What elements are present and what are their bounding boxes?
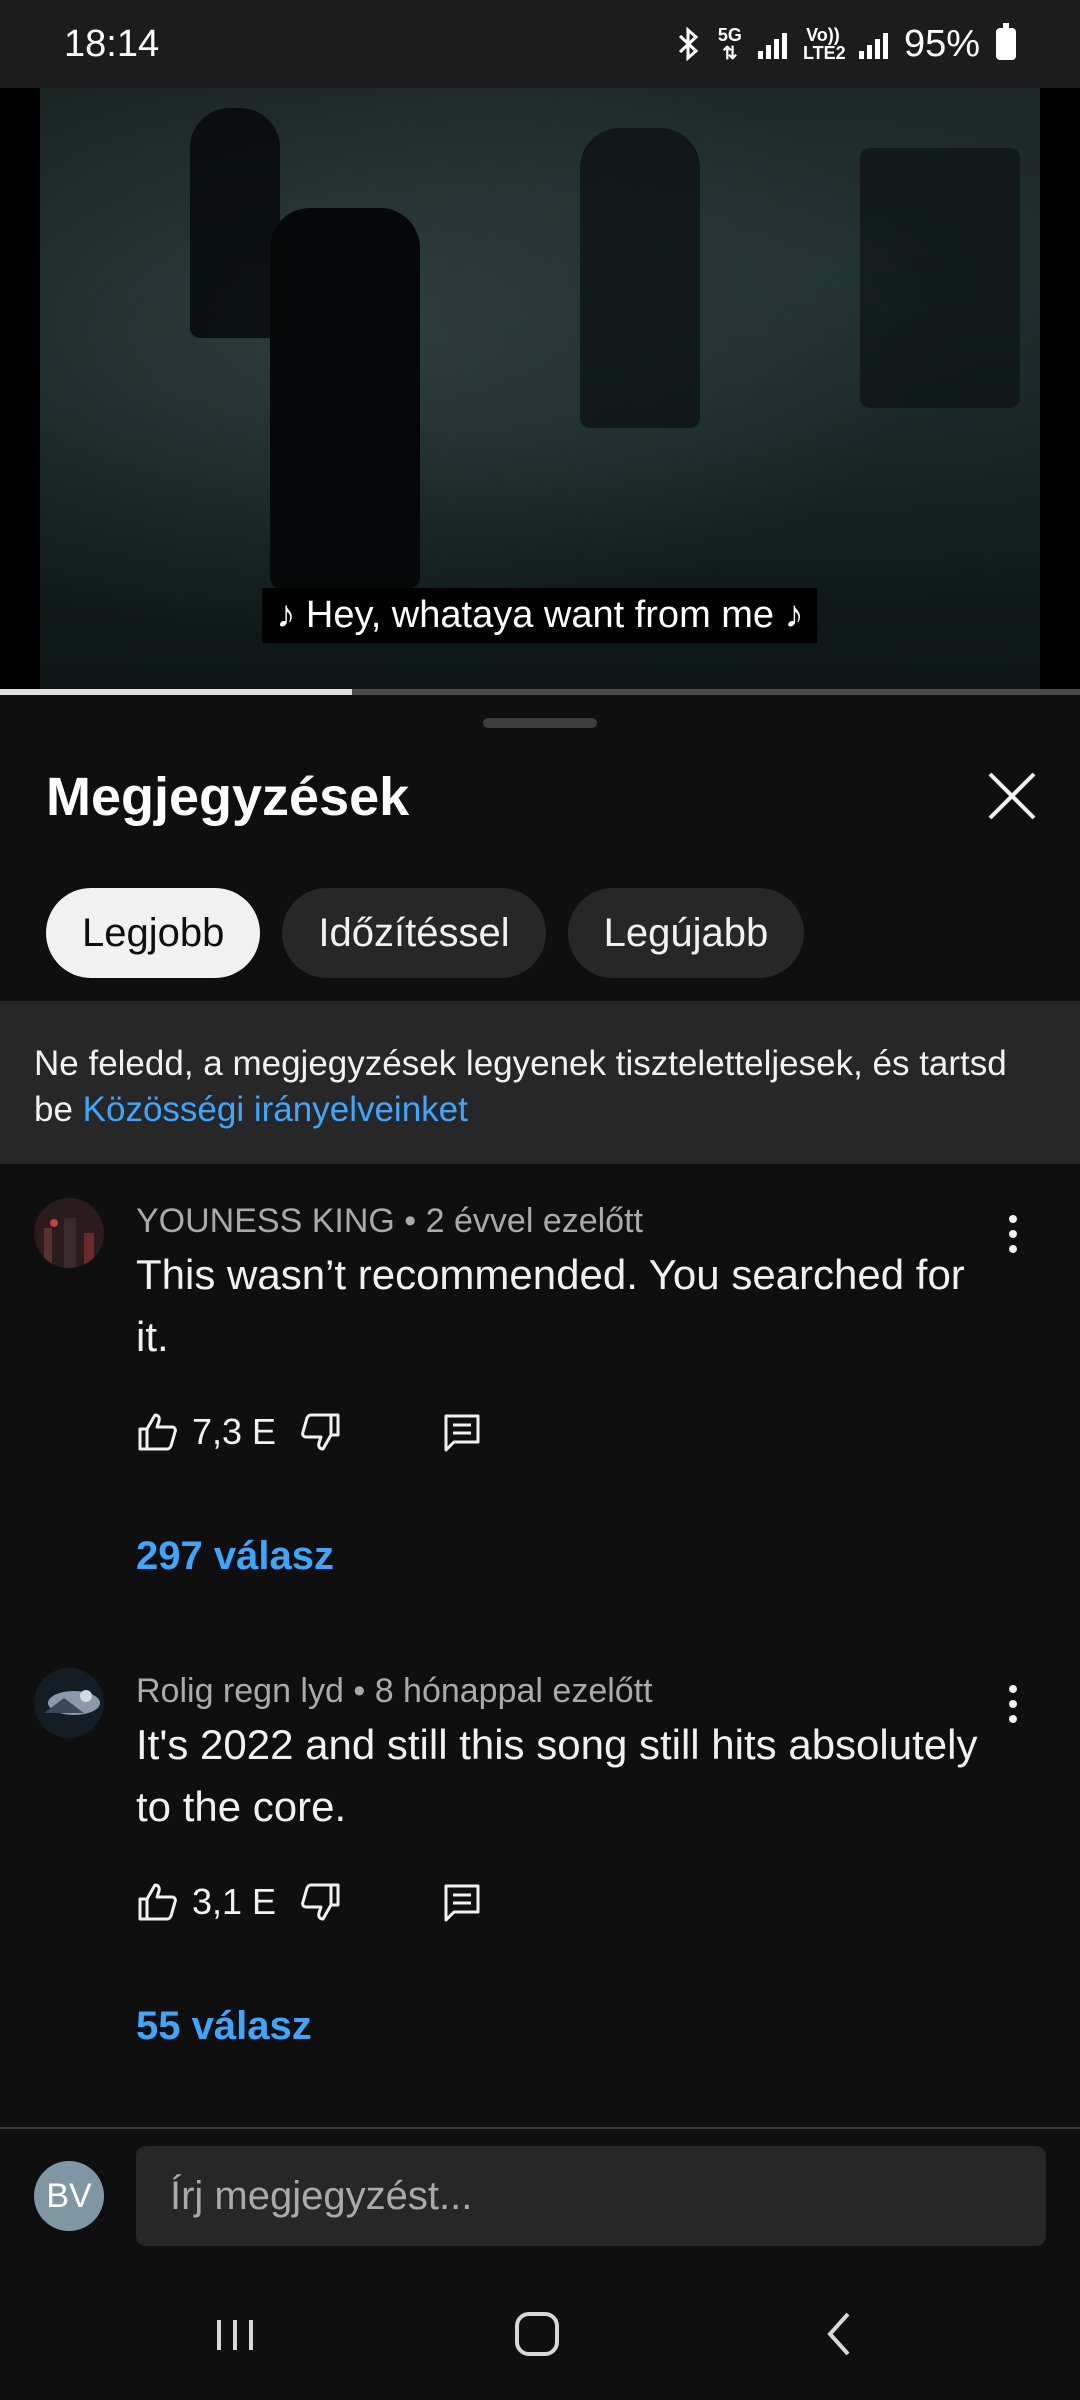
reply-icon[interactable] <box>440 1410 484 1454</box>
video-player[interactable]: ♪ Hey, whataya want from me ♪ <box>0 88 1080 693</box>
chip-timed[interactable]: Időzítéssel <box>282 888 546 978</box>
back-icon <box>827 2312 850 2356</box>
dislike-icon[interactable] <box>298 1880 342 1924</box>
back-button[interactable] <box>800 2300 880 2370</box>
chip-top[interactable]: Legjobb <box>46 888 261 978</box>
recent-apps-button[interactable] <box>195 2300 275 2370</box>
comment-time: 2 évvel ezelőtt <box>425 1202 643 1240</box>
user-avatar: BV <box>34 2161 104 2231</box>
close-button[interactable] <box>982 766 1042 826</box>
recent-apps-icon <box>217 2320 253 2350</box>
comment-meta: YOUNESS KING • 2 évvel ezelőtt <box>136 1202 643 1240</box>
home-button[interactable] <box>497 2300 577 2370</box>
comment-actions: 7,3 E <box>136 1410 484 1454</box>
avatar[interactable] <box>34 1198 104 1268</box>
5g-icon: 5G ⇅ <box>717 25 742 63</box>
system-navigation-bar <box>0 2270 1080 2400</box>
comment-author[interactable]: Rolig regn lyd <box>136 1672 344 1710</box>
comment-time: 8 hónappal ezelőtt <box>374 1672 653 1710</box>
sort-chips: Legjobb Időzítéssel Legújabb <box>46 888 805 978</box>
signal-icon-2 <box>858 29 888 59</box>
like-count: 7,3 E <box>192 1411 277 1452</box>
comment-actions: 3,1 E <box>136 1880 484 1924</box>
home-icon <box>515 2312 559 2356</box>
comment-text: This wasn’t recommended. You searched fo… <box>136 1251 965 1360</box>
bluetooth-icon <box>678 27 699 61</box>
avatar-image <box>34 1198 104 1268</box>
video-caption: ♪ Hey, whataya want from me ♪ <box>262 588 818 643</box>
avatar-image <box>34 1668 104 1738</box>
community-notice: Ne feledd, a megjegyzések legyenek tiszt… <box>0 1001 1080 1164</box>
view-replies-link[interactable]: 55 válasz <box>136 2004 312 2049</box>
close-icon <box>988 772 1036 820</box>
view-replies-link[interactable]: 297 válasz <box>136 1534 334 1579</box>
signal-icon <box>757 29 787 59</box>
drag-handle[interactable] <box>483 718 597 728</box>
video-progress-bar[interactable] <box>0 689 1080 695</box>
community-guidelines-link[interactable]: Közösségi irányelveinket <box>83 1090 468 1129</box>
battery-icon <box>996 23 1016 60</box>
comment-author[interactable]: YOUNESS KING <box>136 1202 395 1240</box>
reply-icon[interactable] <box>440 1880 484 1924</box>
comment-meta: Rolig regn lyd • 8 hónappal ezelőtt <box>136 1672 653 1710</box>
video-progress-fill <box>0 689 353 695</box>
comment-text: It's 2022 and still this song still hits… <box>136 1721 978 1830</box>
volte-icon: Vo)) LTE2 <box>802 25 846 63</box>
chip-newest[interactable]: Legújabb <box>567 888 805 978</box>
status-bar: 18:14 5G ⇅ Vo)) LTE2 95% <box>0 0 1080 88</box>
like-count: 3,1 E <box>192 1881 277 1922</box>
comments-title: Megjegyzések <box>46 767 410 827</box>
like-icon[interactable] <box>136 1880 180 1924</box>
youtube-comments-screen: 18:14 5G ⇅ Vo)) LTE2 95% ♪ Hey, whataya w… <box>0 0 1080 2400</box>
composer-divider <box>0 2127 1080 2129</box>
like-icon[interactable] <box>136 1410 180 1454</box>
dislike-icon[interactable] <box>298 1410 342 1454</box>
comments-sheet: Megjegyzések Legjobb Időzítéssel Legújab… <box>0 698 1080 2400</box>
status-icons: 5G ⇅ Vo)) LTE2 95% <box>676 23 1016 66</box>
status-time: 18:14 <box>64 22 160 65</box>
avatar[interactable] <box>34 1668 104 1738</box>
comment-input[interactable] <box>136 2146 1046 2246</box>
battery-percent: 95% <box>903 22 980 65</box>
network-type: 5G <box>717 25 742 45</box>
